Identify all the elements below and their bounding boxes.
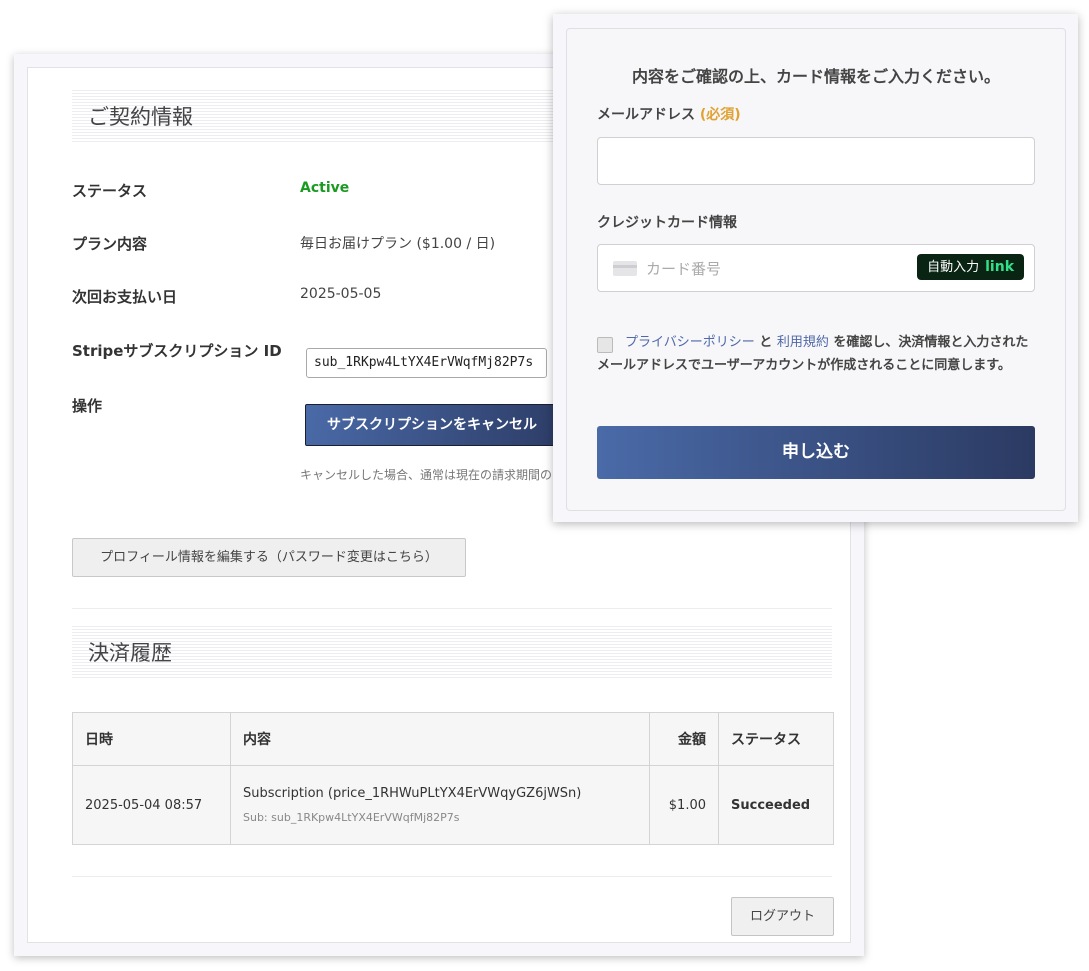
checkout-form: 内容をご確認の上、カード情報をご入力ください。 メールアドレス (必須) クレジ… — [566, 28, 1066, 511]
subscription-id-field[interactable]: sub_1RKpw4LtYX4ErVWqfMj82P7s — [306, 348, 547, 378]
cell-description: Subscription (price_1RHWuPLtYX4ErVWqyGZ6… — [230, 765, 650, 845]
cell-status: Succeeded — [718, 765, 834, 845]
next-payment-value: 2025-05-05 — [300, 286, 382, 302]
subscription-id-label: Stripeサブスクリプション ID — [72, 342, 282, 360]
email-required-badge: (必須) — [699, 107, 741, 123]
payment-history-table: 日時 内容 金額 ステータス 2025-05-04 08:57 Subscrip… — [72, 712, 834, 845]
divider — [72, 876, 832, 877]
checkout-panel: 内容をご確認の上、カード情報をご入力ください。 メールアドレス (必須) クレジ… — [553, 14, 1078, 522]
email-label: メールアドレス (必須) — [597, 104, 741, 124]
autofill-label: 自動入力 — [927, 260, 980, 275]
column-header-amount: 金額 — [649, 712, 719, 766]
contract-heading-text: ご契約情報 — [88, 105, 193, 129]
privacy-policy-link[interactable]: プライバシーポリシー — [625, 335, 755, 350]
cell-amount: $1.00 — [649, 765, 719, 845]
logout-button[interactable]: ログアウト — [731, 897, 834, 936]
link-logo: link — [985, 259, 1014, 275]
description-sub-id: Sub: sub_1RKpw4LtYX4ErVWqfMj82P7s — [243, 811, 460, 824]
status-value: Active — [300, 180, 350, 196]
cell-datetime: 2025-05-04 08:57 — [72, 765, 231, 845]
email-field[interactable] — [597, 137, 1035, 185]
column-header-datetime: 日時 — [72, 712, 231, 766]
card-icon — [613, 261, 637, 276]
cancel-note: キャンセルした場合、通常は現在の請求期間の — [300, 468, 553, 482]
divider — [72, 608, 832, 609]
and-text: と — [759, 335, 773, 350]
edit-profile-button[interactable]: プロフィール情報を編集する（パスワード変更はこちら） — [72, 538, 466, 577]
column-header-description: 内容 — [230, 712, 650, 766]
card-number-field[interactable]: カード番号 自動入力 link — [597, 244, 1035, 292]
link-autofill-button[interactable]: 自動入力 link — [917, 254, 1024, 280]
next-payment-label: 次回お支払い日 — [72, 288, 178, 306]
terms-link[interactable]: 利用規約 — [777, 335, 829, 350]
cancel-subscription-button[interactable]: サブスクリプションをキャンセル — [305, 404, 559, 446]
history-section-heading: 決済履歴 — [72, 626, 832, 678]
checkout-title: 内容をご確認の上、カード情報をご入力ください。 — [631, 67, 1000, 86]
history-heading-text: 決済履歴 — [88, 641, 172, 665]
email-label-text: メールアドレス — [597, 107, 695, 123]
status-label: ステータス — [72, 182, 148, 200]
submit-button[interactable]: 申し込む — [597, 426, 1035, 479]
card-label: クレジットカード情報 — [597, 215, 737, 231]
column-header-status: ステータス — [718, 712, 834, 766]
plan-value: 毎日お届けプラン ($1.00 / 日) — [300, 236, 496, 252]
consent-text: プライバシーポリシー と 利用規約 を確認し、決済情報と入力されたメールアドレス… — [597, 331, 1037, 377]
table-row: 2025-05-04 08:57 Subscription (price_1RH… — [72, 765, 834, 845]
action-label: 操作 — [72, 397, 103, 415]
plan-label: プラン内容 — [72, 235, 148, 253]
table-header-row: 日時 内容 金額 ステータス — [72, 712, 834, 766]
card-number-placeholder: カード番号 — [646, 260, 722, 278]
description-text: Subscription (price_1RHWuPLtYX4ErVWqyGZ6… — [243, 786, 582, 801]
